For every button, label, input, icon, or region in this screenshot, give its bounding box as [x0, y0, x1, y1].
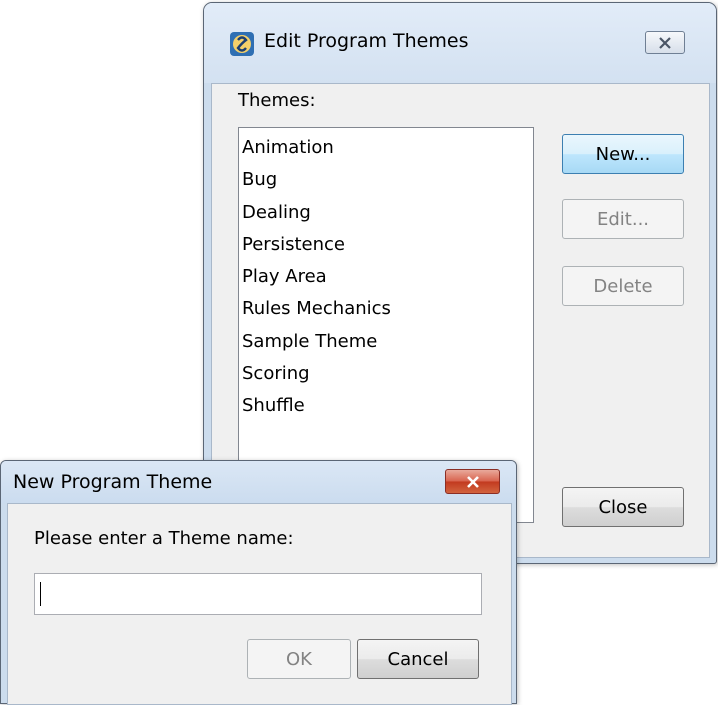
list-item[interactable]: Shuffle	[239, 390, 533, 422]
new-button[interactable]: New...	[562, 134, 684, 174]
list-item[interactable]: Dealing	[239, 197, 533, 229]
themes-label: Themes:	[238, 90, 316, 111]
x-icon	[466, 475, 479, 488]
list-item[interactable]: Bug	[239, 164, 533, 196]
title-bar[interactable]: Edit Program Themes	[204, 3, 716, 83]
dialog-title: New Program Theme	[13, 471, 213, 493]
new-program-theme-dialog: New Program Theme Please enter a Theme n…	[0, 460, 517, 705]
cancel-button[interactable]: Cancel	[357, 639, 479, 679]
list-item[interactable]: Sample Theme	[239, 326, 533, 358]
theme-name-input[interactable]	[34, 573, 482, 615]
theme-name-prompt: Please enter a Theme name:	[34, 528, 294, 549]
title-bar[interactable]: New Program Theme	[1, 461, 516, 503]
text-caret	[40, 582, 41, 606]
ok-button[interactable]: OK	[247, 639, 351, 679]
list-item[interactable]: Persistence	[239, 229, 533, 261]
delete-button[interactable]: Delete	[562, 266, 684, 306]
list-item[interactable]: Scoring	[239, 358, 533, 390]
dialog-body: Please enter a Theme name: OK Cancel	[7, 503, 512, 705]
list-item[interactable]: Play Area	[239, 261, 533, 293]
close-icon[interactable]	[445, 469, 500, 494]
close-icon[interactable]	[645, 31, 685, 54]
list-item[interactable]: Rules Mechanics	[239, 293, 533, 325]
edit-button[interactable]: Edit...	[562, 199, 684, 239]
x-icon	[659, 36, 671, 49]
close-button[interactable]: Close	[562, 487, 684, 527]
app-icon	[230, 32, 254, 56]
dialog-title: Edit Program Themes	[264, 30, 469, 52]
list-item[interactable]: Animation	[239, 132, 533, 164]
